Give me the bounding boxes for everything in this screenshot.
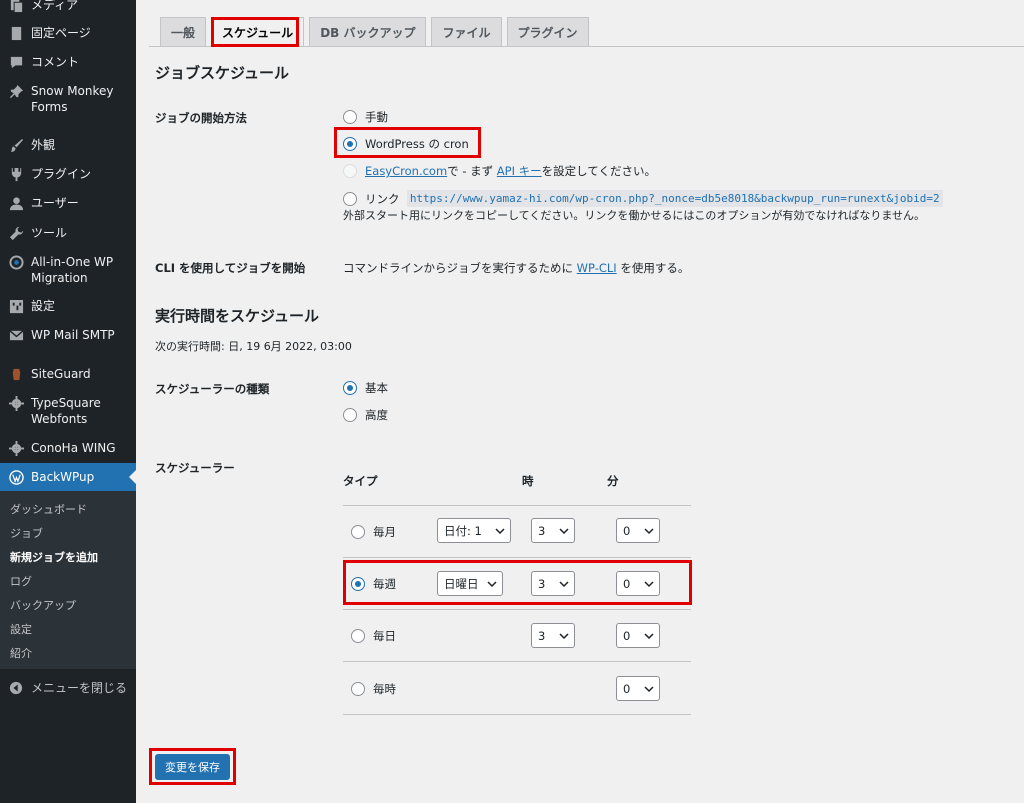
radio-basic[interactable] — [343, 381, 357, 395]
start-easycron-option: EasyCron.com で - まず API キー を設定してください。 — [343, 163, 656, 179]
highlight-weekly-row — [343, 560, 692, 605]
radio-link[interactable] — [343, 191, 357, 206]
tab-plugins[interactable]: プラグイン — [506, 17, 589, 47]
radio-monthly[interactable] — [351, 525, 365, 539]
job-schedule-heading: ジョブスケジュール — [155, 64, 289, 82]
submenu-logs[interactable]: ログ — [10, 575, 32, 589]
media-icon — [8, 0, 24, 13]
sidebar-item-users[interactable]: ユーザー — [0, 195, 136, 211]
start-link-option[interactable]: リンク https://www.yamaz-hi.com/wp-cron.php… — [343, 190, 943, 207]
radio-hourly[interactable] — [351, 682, 365, 696]
schedule-daily[interactable]: 毎日 — [351, 628, 396, 644]
comment-icon — [8, 54, 24, 70]
chevron-down-icon — [644, 632, 654, 639]
scheduler-type-advanced[interactable]: 高度 — [343, 407, 388, 423]
daily-hour-select[interactable]: 3 — [531, 623, 575, 648]
table-row-divider — [343, 714, 691, 715]
sidebar-item-wp-mail-smtp[interactable]: WP Mail SMTP — [0, 327, 136, 343]
hourly-minute-select[interactable]: 0 — [616, 676, 660, 701]
chevron-down-icon — [495, 527, 505, 534]
page-icon — [8, 25, 24, 41]
run-schedule-heading: 実行時間をスケジュール — [155, 307, 319, 325]
submenu-settings[interactable]: 設定 — [10, 623, 32, 637]
highlight-wp-cron — [334, 127, 481, 158]
wordpress-icon — [8, 469, 24, 485]
start-manual-option[interactable]: 手動 — [343, 109, 388, 125]
sidebar-item-comments[interactable]: コメント — [0, 54, 136, 70]
monthly-minute-select[interactable]: 0 — [616, 518, 660, 543]
tab-db-backup[interactable]: DB バックアップ — [309, 17, 427, 47]
plugin-icon — [8, 166, 24, 182]
tab-files[interactable]: ファイル — [431, 17, 502, 47]
migration-icon — [8, 254, 24, 270]
gear-icon — [8, 395, 24, 411]
user-icon — [8, 195, 24, 211]
wrench-icon — [8, 225, 24, 241]
submenu-add-new-job[interactable]: 新規ジョブを追加 — [10, 551, 98, 565]
radio-manual[interactable] — [343, 110, 357, 124]
scheduler-type-basic[interactable]: 基本 — [343, 380, 388, 396]
submenu-backups[interactable]: バックアップ — [10, 599, 76, 613]
start-method-label: ジョブの開始方法 — [155, 111, 247, 125]
chevron-down-icon — [644, 527, 654, 534]
sidebar-item-conoha-wing[interactable]: ConoHa WING — [0, 440, 136, 456]
monthly-day-select[interactable]: 日付: 1 — [437, 518, 511, 543]
scheduler-label: スケジューラー — [155, 461, 235, 475]
highlight-save-button — [149, 748, 236, 785]
admin-sidebar: メディア 固定ページ コメント Snow Monkey Forms 外観 プラグ… — [0, 0, 136, 803]
link-description: 外部スタート用にリンクをコピーしてください。リンクを働かせるにはこのオプションが… — [343, 209, 926, 222]
monthly-hour-select[interactable]: 3 — [531, 518, 575, 543]
sidebar-item-all-in-one-wp-migration[interactable]: All-in-One WP Migration — [0, 254, 136, 286]
easycron-link[interactable]: EasyCron.com — [365, 164, 447, 178]
collapse-menu-button[interactable]: メニューを閉じる — [0, 680, 136, 696]
sidebar-item-tools[interactable]: ツール — [0, 225, 136, 241]
chevron-down-icon — [644, 685, 654, 692]
daily-minute-select[interactable]: 0 — [616, 623, 660, 648]
schedule-monthly[interactable]: 毎月 — [351, 524, 396, 540]
radio-easycron — [343, 164, 357, 178]
col-minute: 分 — [607, 474, 619, 488]
mail-icon — [8, 327, 24, 343]
radio-daily[interactable] — [351, 629, 365, 643]
radio-advanced[interactable] — [343, 408, 357, 422]
active-menu-arrow — [129, 470, 136, 484]
siteguard-icon — [8, 366, 24, 382]
table-row-divider — [343, 661, 691, 662]
backwpup-submenu: ダッシュボード ジョブ 新規ジョブを追加 ログ バックアップ 設定 紹介 — [0, 491, 136, 669]
chevron-down-icon — [559, 527, 569, 534]
schedule-hourly[interactable]: 毎時 — [351, 681, 396, 697]
wp-cli-link[interactable]: WP-CLI — [577, 261, 617, 275]
sidebar-item-typesquare-webfonts[interactable]: TypeSquare Webfonts — [0, 395, 136, 427]
cli-label: CLI を使用してジョブを開始 — [155, 261, 306, 275]
sidebar-item-backwpup[interactable]: BackWPup — [0, 463, 136, 491]
sidebar-item-siteguard[interactable]: SiteGuard — [0, 366, 136, 382]
external-start-url[interactable]: https://www.yamaz-hi.com/wp-cron.php?_no… — [406, 190, 943, 207]
next-run-time: 次の実行時間: 日, 19 6月 2022, 03:00 — [155, 340, 352, 353]
sidebar-item-snow-monkey-forms[interactable]: Snow Monkey Forms — [0, 83, 136, 115]
settings-icon — [8, 298, 24, 314]
col-type: タイプ — [343, 474, 378, 488]
table-row-divider — [343, 557, 691, 558]
collapse-arrow-icon — [8, 680, 24, 696]
sidebar-item-pages[interactable]: 固定ページ — [0, 25, 136, 41]
submenu-dashboard[interactable]: ダッシュボード — [10, 503, 87, 517]
scheduler-type-label: スケジューラーの種類 — [155, 382, 270, 396]
pin-icon — [8, 83, 24, 99]
table-row-divider — [343, 505, 691, 506]
sidebar-item-appearance[interactable]: 外観 — [0, 137, 136, 153]
cli-description: コマンドラインからジョブを実行するために WP-CLI を使用する。 — [343, 261, 690, 275]
api-key-link[interactable]: API キー — [497, 163, 542, 179]
col-hour: 時 — [522, 474, 534, 488]
submenu-about[interactable]: 紹介 — [10, 647, 32, 661]
sidebar-item-settings[interactable]: 設定 — [0, 298, 136, 314]
gear-icon — [8, 440, 24, 456]
table-row-divider — [343, 609, 691, 610]
sidebar-item-media[interactable]: メディア — [0, 0, 136, 13]
highlight-schedule-tab — [211, 17, 299, 47]
brush-icon — [8, 137, 24, 153]
tab-general[interactable]: 一般 — [160, 17, 207, 47]
chevron-down-icon — [559, 632, 569, 639]
submenu-jobs[interactable]: ジョブ — [10, 527, 43, 541]
sidebar-item-plugins[interactable]: プラグイン — [0, 166, 136, 182]
